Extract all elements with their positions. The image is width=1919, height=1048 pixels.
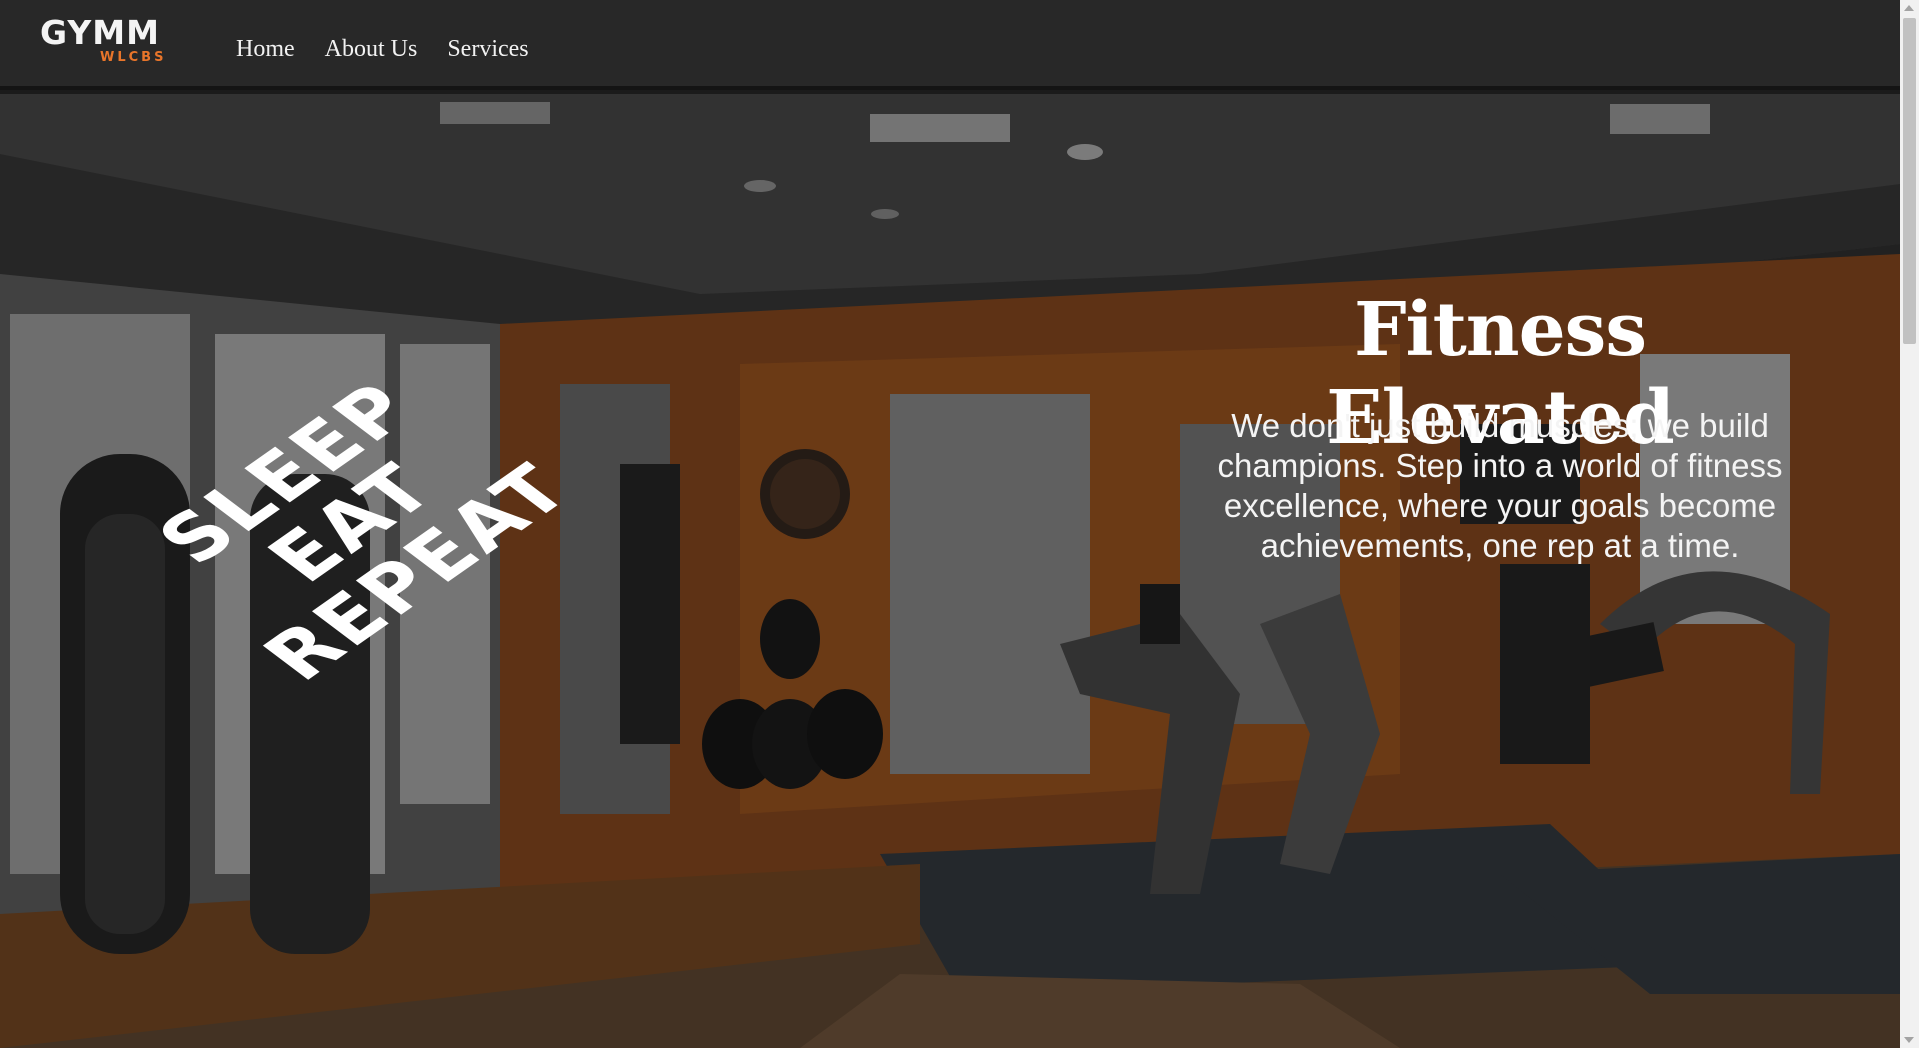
scroll-down-icon[interactable] [1904, 1037, 1914, 1043]
hero-description: We don't just build muscles; we build ch… [1217, 407, 1783, 564]
brand-tagline: WLCBS [100, 50, 167, 65]
brand-name: GYMM [40, 13, 160, 52]
nav-menu: Home About Us Services [236, 35, 559, 63]
hero-section: SLEEP EAT REPEAT Fitness Elevated We don… [0, 94, 1900, 1048]
nav-link-about-us[interactable]: About Us [325, 35, 418, 63]
nav-link-services[interactable]: Services [447, 35, 528, 63]
page-scrollbar[interactable] [1900, 0, 1919, 1048]
navbar: GYMM WLCBS Home About Us Services [0, 0, 1900, 90]
brand-logo[interactable]: GYMM WLCBS [40, 14, 180, 74]
nav-link-home[interactable]: Home [236, 35, 295, 63]
scroll-up-icon[interactable] [1904, 5, 1914, 11]
scroll-thumb[interactable] [1903, 18, 1916, 344]
